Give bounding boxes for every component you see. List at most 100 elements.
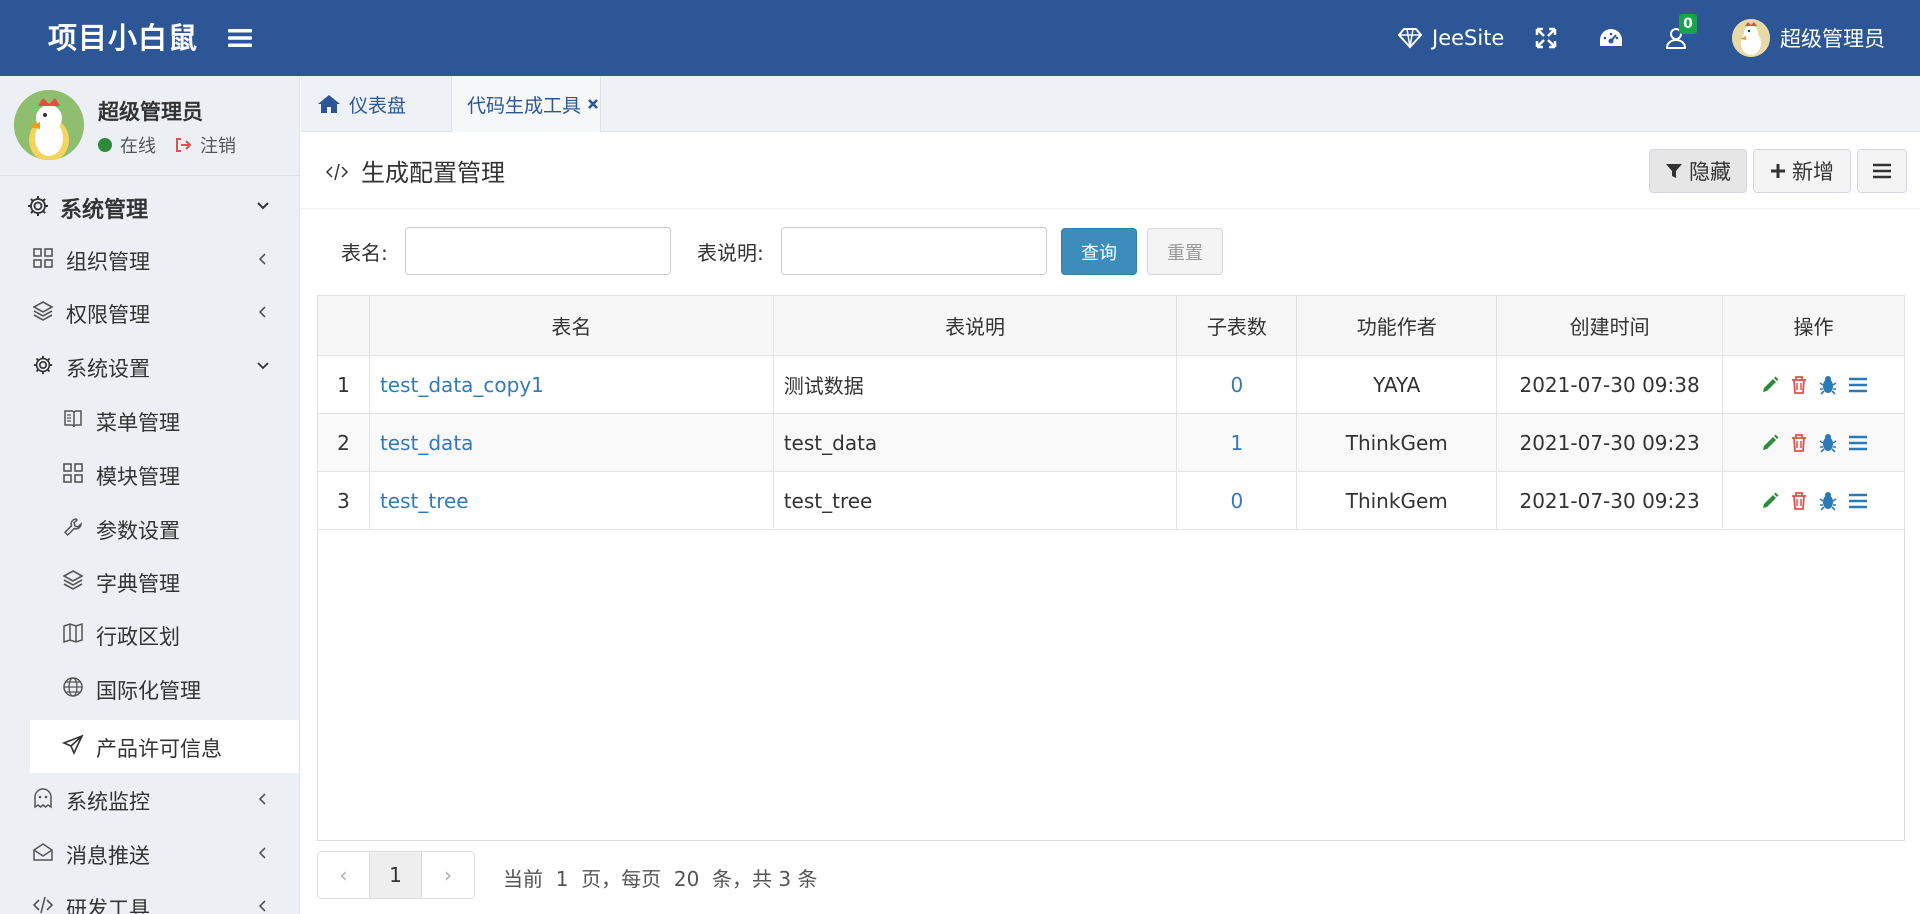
author-cell: ThinkGem	[1296, 471, 1498, 530]
tab-label: 仪表盘	[349, 94, 407, 117]
sidebar-item-product-license[interactable]: 产品许可信息	[30, 720, 299, 773]
main-content: 生成配置管理 隐藏 新增 表名: 表说明: 查询 重置 表名 表说明 子表数 功…	[301, 133, 1920, 914]
notification-button[interactable]: 0	[1665, 14, 1697, 58]
next-page-button[interactable]: ›	[422, 852, 474, 898]
sidebar-item-system-monitor[interactable]: 系统监控	[0, 773, 299, 826]
delete-icon[interactable]	[1790, 433, 1808, 453]
column-header[interactable]: 表说明	[772, 295, 1178, 356]
created-time-cell: 2021-07-30 09:38	[1496, 355, 1724, 414]
menu-toggle-icon[interactable]	[224, 22, 256, 54]
pagination-info: 当前 1 页，每页 20 条，共 3 条	[503, 867, 818, 891]
column-header[interactable]: 功能作者	[1296, 295, 1498, 356]
edit-icon[interactable]	[1760, 433, 1780, 453]
sidebar-item-system-management[interactable]: 系统管理	[0, 180, 299, 233]
logout-icon[interactable]	[174, 136, 192, 154]
author-cell: ThinkGem	[1296, 413, 1498, 472]
layers-icon	[62, 569, 86, 593]
sidebar-item-menu-management[interactable]: 菜单管理	[0, 394, 299, 447]
sidebar-item-system-settings[interactable]: 系统设置	[0, 340, 299, 393]
logout-link[interactable]: 注销	[200, 132, 236, 158]
sidebar-item-module-management[interactable]: 模块管理	[0, 448, 299, 501]
home-icon	[317, 93, 341, 115]
close-icon[interactable]	[587, 98, 599, 110]
hide-filter-label: 隐藏	[1689, 160, 1731, 184]
table-name-link[interactable]: test_tree	[380, 489, 469, 513]
sidebar-item-permission[interactable]: 权限管理	[0, 286, 299, 339]
sidebar-item-label: 模块管理	[96, 465, 180, 489]
envelope-icon	[32, 841, 56, 865]
edit-icon[interactable]	[1760, 491, 1780, 511]
tab-dashboard[interactable]: 仪表盘	[317, 76, 406, 132]
column-header[interactable]: 创建时间	[1496, 295, 1724, 356]
delete-icon[interactable]	[1790, 375, 1808, 395]
page-header: 生成配置管理 隐藏 新增	[301, 133, 1920, 209]
reset-button[interactable]: 重置	[1147, 228, 1223, 275]
sidebar-item-i18n-management[interactable]: 国际化管理	[0, 662, 299, 715]
more-menu-button[interactable]	[1857, 149, 1907, 193]
bug-icon[interactable]	[1818, 375, 1838, 395]
gear-icon	[32, 354, 56, 378]
jeesite-label: JeeSite	[1432, 26, 1505, 50]
sidebar-item-dev-tools[interactable]: 研发工具	[0, 880, 299, 914]
row-number: 2	[317, 413, 370, 472]
tab-code-generator[interactable]: 代码生成工具	[451, 76, 601, 132]
table-name-link[interactable]: test_data	[380, 431, 473, 455]
sidebar-item-organization[interactable]: 组织管理	[0, 233, 299, 286]
chevron-left-icon	[254, 250, 272, 268]
actions-cell	[1722, 355, 1905, 414]
delete-icon[interactable]	[1790, 491, 1808, 511]
user-menu[interactable]: 超级管理员	[1732, 18, 1885, 58]
more-icon[interactable]	[1848, 434, 1868, 452]
child-count-link[interactable]: 1	[1230, 431, 1243, 455]
column-header[interactable]: 子表数	[1176, 295, 1298, 356]
sidebar-item-label: 研发工具	[66, 897, 150, 914]
bug-icon[interactable]	[1818, 491, 1838, 511]
sidebar-item-label: 国际化管理	[96, 679, 201, 703]
child-count-link[interactable]: 0	[1230, 373, 1243, 397]
table-row: 1 test_data_copy1 测试数据 0 YAYA 2021-07-30…	[317, 355, 1905, 414]
jeesite-link[interactable]: JeeSite	[1398, 18, 1504, 58]
notification-badge: 0	[1679, 14, 1697, 34]
sidebar-item-parameter-settings[interactable]: 参数设置	[0, 502, 299, 555]
code-icon	[32, 894, 56, 914]
user-status: 在线 注销	[98, 132, 236, 158]
pagination: ‹ 1 ›	[317, 851, 475, 899]
bug-icon[interactable]	[1818, 433, 1838, 453]
prev-page-button[interactable]: ‹	[318, 852, 370, 898]
more-icon[interactable]	[1848, 376, 1868, 394]
fullscreen-icon[interactable]	[1534, 18, 1558, 58]
tab-label: 代码生成工具	[467, 94, 582, 117]
table-header-row: 表名 表说明 子表数 功能作者 创建时间 操作	[317, 295, 1905, 356]
table-name-label: 表名:	[341, 241, 388, 265]
wrench-icon	[62, 516, 86, 540]
app-logo[interactable]: 项目小白鼠	[48, 18, 198, 58]
chevron-down-icon	[254, 197, 272, 215]
page-number-button[interactable]: 1	[370, 852, 422, 898]
child-count-link[interactable]: 0	[1230, 489, 1243, 513]
add-button[interactable]: 新增	[1753, 149, 1851, 193]
sidebar-item-dictionary-management[interactable]: 字典管理	[0, 555, 299, 608]
author-cell: YAYA	[1296, 355, 1498, 414]
edit-icon[interactable]	[1760, 375, 1780, 395]
table-name-link[interactable]: test_data_copy1	[380, 373, 544, 397]
sidebar-item-label: 权限管理	[66, 303, 150, 327]
dashboard-icon[interactable]	[1598, 18, 1624, 58]
query-button[interactable]: 查询	[1061, 228, 1137, 275]
chevron-left-icon	[254, 897, 272, 914]
top-navbar: 项目小白鼠 JeeSite 0 超级管理员	[0, 0, 1920, 76]
sidebar-item-administrative-division[interactable]: 行政区划	[0, 608, 299, 661]
grid-icon	[62, 462, 86, 486]
sidebar-item-label: 组织管理	[66, 250, 150, 274]
map-icon	[62, 622, 86, 646]
gear-icon	[26, 194, 50, 218]
table-name-input[interactable]	[405, 227, 671, 275]
sidebar-item-message-push[interactable]: 消息推送	[0, 827, 299, 880]
column-header[interactable]: 表名	[368, 295, 774, 356]
row-number-header	[317, 295, 370, 356]
table-desc-input[interactable]	[781, 227, 1047, 275]
hide-filter-button[interactable]: 隐藏	[1649, 149, 1747, 193]
more-icon[interactable]	[1848, 492, 1868, 510]
sidebar-avatar	[14, 90, 84, 160]
page-title: 生成配置管理	[361, 159, 505, 187]
ghost-icon	[32, 787, 56, 811]
